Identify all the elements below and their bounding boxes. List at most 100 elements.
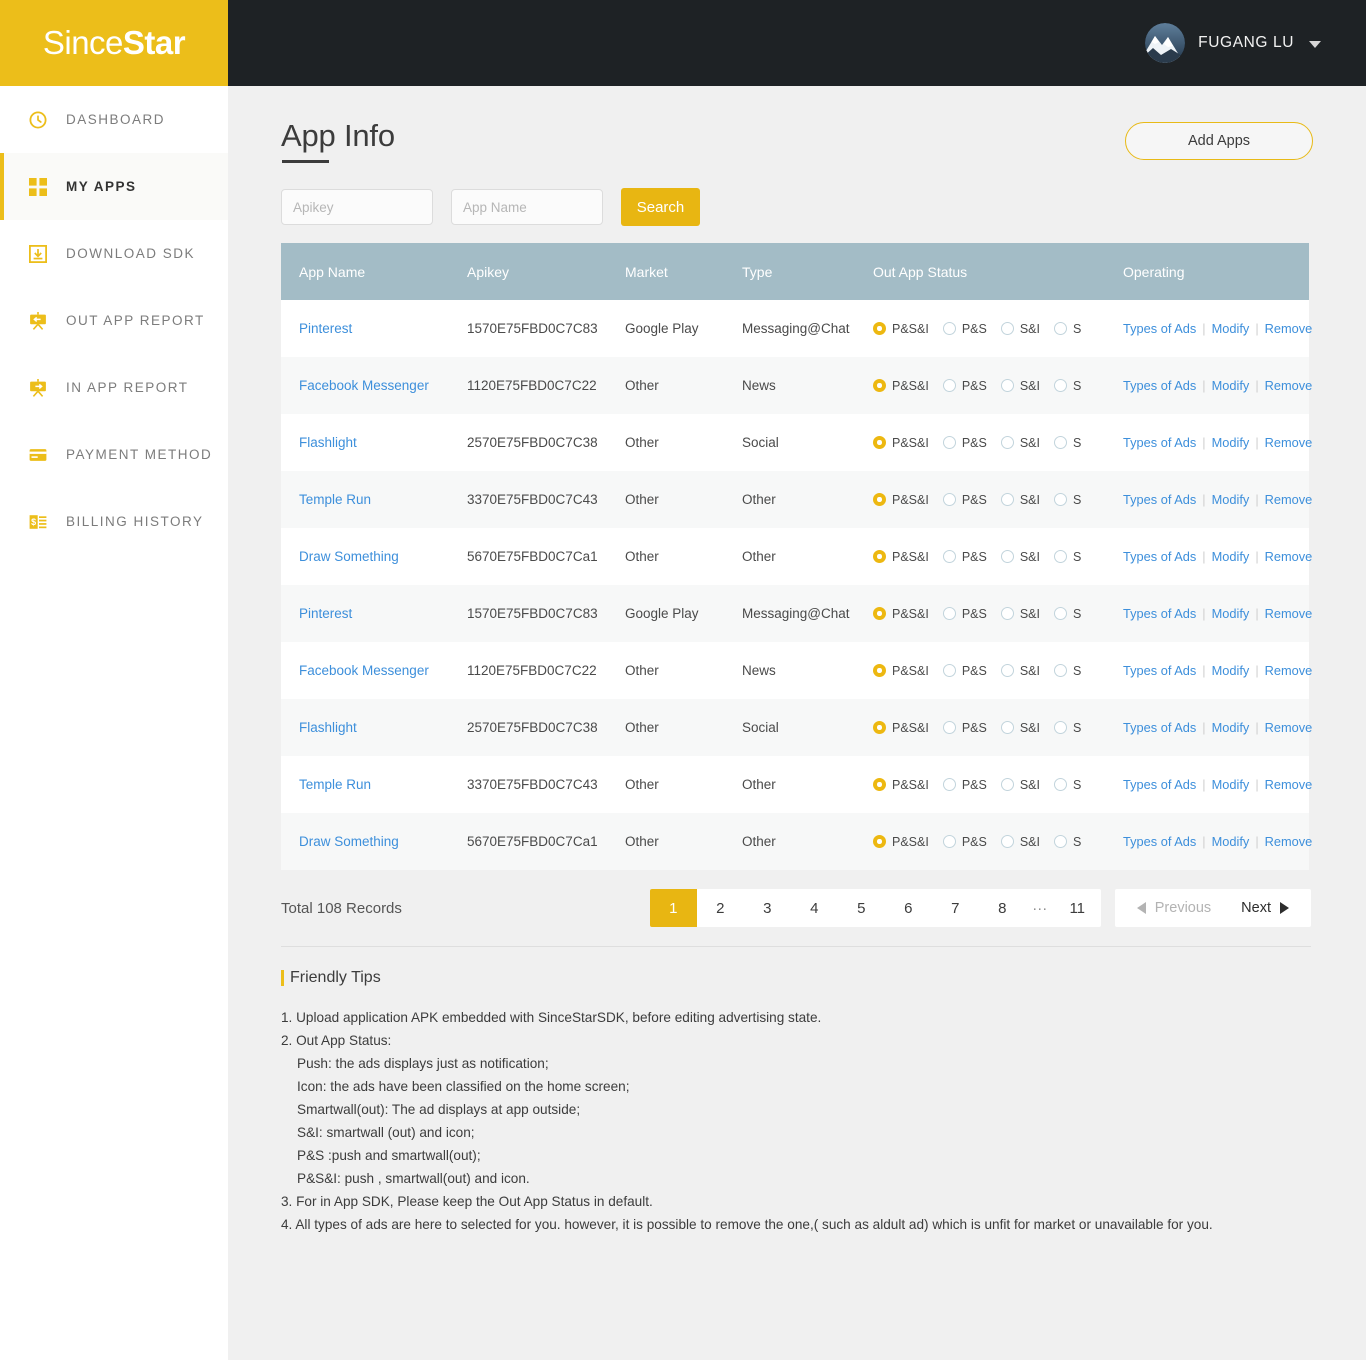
radio-option-sandi[interactable]: S&I: [1000, 721, 1040, 735]
radio-unselected-icon[interactable]: [942, 322, 956, 335]
radio-option-s[interactable]: S: [1054, 379, 1081, 393]
app-name-link[interactable]: Temple Run: [299, 492, 371, 507]
operating-link-modify[interactable]: Modify: [1212, 321, 1250, 336]
radio-option-pands[interactable]: P&S: [942, 436, 987, 450]
radio-selected-icon[interactable]: [873, 721, 886, 734]
operating-link-modify[interactable]: Modify: [1212, 777, 1250, 792]
radio-unselected-icon[interactable]: [1054, 322, 1067, 335]
radio-selected-icon[interactable]: [873, 664, 886, 677]
radio-option-sandi[interactable]: S&I: [1000, 322, 1040, 336]
operating-link-types-of-ads[interactable]: Types of Ads: [1123, 834, 1196, 849]
radio-option-pands[interactable]: P&S: [942, 664, 987, 678]
radio-selected-icon[interactable]: [873, 550, 886, 563]
radio-option-s[interactable]: S: [1054, 436, 1081, 450]
page-number-5[interactable]: 5: [838, 889, 885, 927]
operating-link-types-of-ads[interactable]: Types of Ads: [1123, 378, 1196, 393]
operating-link-remove[interactable]: Remove: [1265, 492, 1313, 507]
operating-link-remove[interactable]: Remove: [1265, 720, 1313, 735]
page-number-7[interactable]: 7: [932, 889, 979, 927]
radio-option-pandsandi[interactable]: P&S&I: [873, 550, 929, 564]
radio-unselected-icon[interactable]: [1000, 835, 1014, 848]
operating-link-modify[interactable]: Modify: [1212, 549, 1250, 564]
page-number-3[interactable]: 3: [744, 889, 791, 927]
radio-unselected-icon[interactable]: [1054, 436, 1067, 449]
radio-option-s[interactable]: S: [1054, 778, 1081, 792]
radio-unselected-icon[interactable]: [1054, 379, 1067, 392]
radio-option-pandsandi[interactable]: P&S&I: [873, 493, 929, 507]
page-number-1[interactable]: 1: [649, 889, 697, 927]
operating-link-types-of-ads[interactable]: Types of Ads: [1123, 435, 1196, 450]
radio-unselected-icon[interactable]: [1000, 607, 1014, 620]
operating-link-types-of-ads[interactable]: Types of Ads: [1123, 777, 1196, 792]
radio-option-sandi[interactable]: S&I: [1000, 379, 1040, 393]
radio-selected-icon[interactable]: [873, 778, 886, 791]
radio-unselected-icon[interactable]: [1054, 607, 1067, 620]
radio-option-pandsandi[interactable]: P&S&I: [873, 721, 929, 735]
operating-link-remove[interactable]: Remove: [1265, 435, 1313, 450]
apikey-input[interactable]: [281, 189, 433, 225]
page-number-2[interactable]: 2: [697, 889, 744, 927]
operating-link-modify[interactable]: Modify: [1212, 720, 1250, 735]
radio-selected-icon[interactable]: [873, 493, 886, 506]
page-number-8[interactable]: 8: [979, 889, 1026, 927]
operating-link-modify[interactable]: Modify: [1212, 435, 1250, 450]
radio-option-sandi[interactable]: S&I: [1000, 436, 1040, 450]
operating-link-remove[interactable]: Remove: [1265, 606, 1313, 621]
chevron-down-icon[interactable]: [1309, 41, 1321, 48]
sidebar-item-dashboard[interactable]: DASHBOARD: [0, 86, 228, 153]
brand-logo[interactable]: Since Star: [0, 0, 228, 86]
radio-unselected-icon[interactable]: [1000, 664, 1014, 677]
radio-option-pands[interactable]: P&S: [942, 835, 987, 849]
radio-unselected-icon[interactable]: [1054, 664, 1067, 677]
app-name-link[interactable]: Draw Something: [299, 834, 399, 849]
add-apps-button[interactable]: Add Apps: [1125, 122, 1313, 160]
radio-option-pandsandi[interactable]: P&S&I: [873, 436, 929, 450]
radio-unselected-icon[interactable]: [1000, 550, 1014, 563]
sidebar-item-billing-history[interactable]: $ BILLING HISTORY: [0, 488, 228, 555]
radio-option-sandi[interactable]: S&I: [1000, 835, 1040, 849]
radio-selected-icon[interactable]: [873, 607, 886, 620]
radio-selected-icon[interactable]: [873, 436, 886, 449]
radio-unselected-icon[interactable]: [942, 607, 956, 620]
app-name-link[interactable]: Flashlight: [299, 720, 357, 735]
operating-link-types-of-ads[interactable]: Types of Ads: [1123, 492, 1196, 507]
radio-unselected-icon[interactable]: [942, 664, 956, 677]
radio-unselected-icon[interactable]: [942, 550, 956, 563]
operating-link-types-of-ads[interactable]: Types of Ads: [1123, 549, 1196, 564]
radio-unselected-icon[interactable]: [942, 721, 956, 734]
previous-button[interactable]: Previous: [1136, 900, 1211, 916]
avatar[interactable]: [1145, 23, 1186, 63]
radio-option-sandi[interactable]: S&I: [1000, 550, 1040, 564]
app-name-link[interactable]: Pinterest: [299, 321, 352, 336]
radio-option-pandsandi[interactable]: P&S&I: [873, 607, 929, 621]
app-name-link[interactable]: Flashlight: [299, 435, 357, 450]
operating-link-remove[interactable]: Remove: [1265, 549, 1313, 564]
radio-unselected-icon[interactable]: [1000, 379, 1014, 392]
operating-link-remove[interactable]: Remove: [1265, 777, 1313, 792]
sidebar-item-payment-method[interactable]: PAYMENT METHOD: [0, 421, 228, 488]
operating-link-types-of-ads[interactable]: Types of Ads: [1123, 606, 1196, 621]
radio-unselected-icon[interactable]: [1054, 550, 1067, 563]
radio-option-pands[interactable]: P&S: [942, 778, 987, 792]
radio-option-s[interactable]: S: [1054, 550, 1081, 564]
radio-selected-icon[interactable]: [873, 379, 886, 392]
radio-unselected-icon[interactable]: [1000, 322, 1014, 335]
page-number-11[interactable]: 11: [1054, 889, 1101, 927]
operating-link-remove[interactable]: Remove: [1265, 321, 1313, 336]
radio-unselected-icon[interactable]: [1000, 778, 1014, 791]
radio-option-s[interactable]: S: [1054, 607, 1081, 621]
operating-link-modify[interactable]: Modify: [1212, 834, 1250, 849]
radio-unselected-icon[interactable]: [942, 835, 956, 848]
sidebar-item-in-app-report[interactable]: IN APP REPORT: [0, 354, 228, 421]
radio-selected-icon[interactable]: [873, 322, 886, 335]
radio-unselected-icon[interactable]: [1054, 835, 1067, 848]
operating-link-modify[interactable]: Modify: [1212, 663, 1250, 678]
operating-link-types-of-ads[interactable]: Types of Ads: [1123, 321, 1196, 336]
radio-option-s[interactable]: S: [1054, 493, 1081, 507]
radio-unselected-icon[interactable]: [1000, 493, 1014, 506]
app-name-link[interactable]: Facebook Messenger: [299, 378, 429, 393]
radio-option-pandsandi[interactable]: P&S&I: [873, 664, 929, 678]
radio-option-pandsandi[interactable]: P&S&I: [873, 379, 929, 393]
radio-option-s[interactable]: S: [1054, 664, 1081, 678]
operating-link-modify[interactable]: Modify: [1212, 378, 1250, 393]
